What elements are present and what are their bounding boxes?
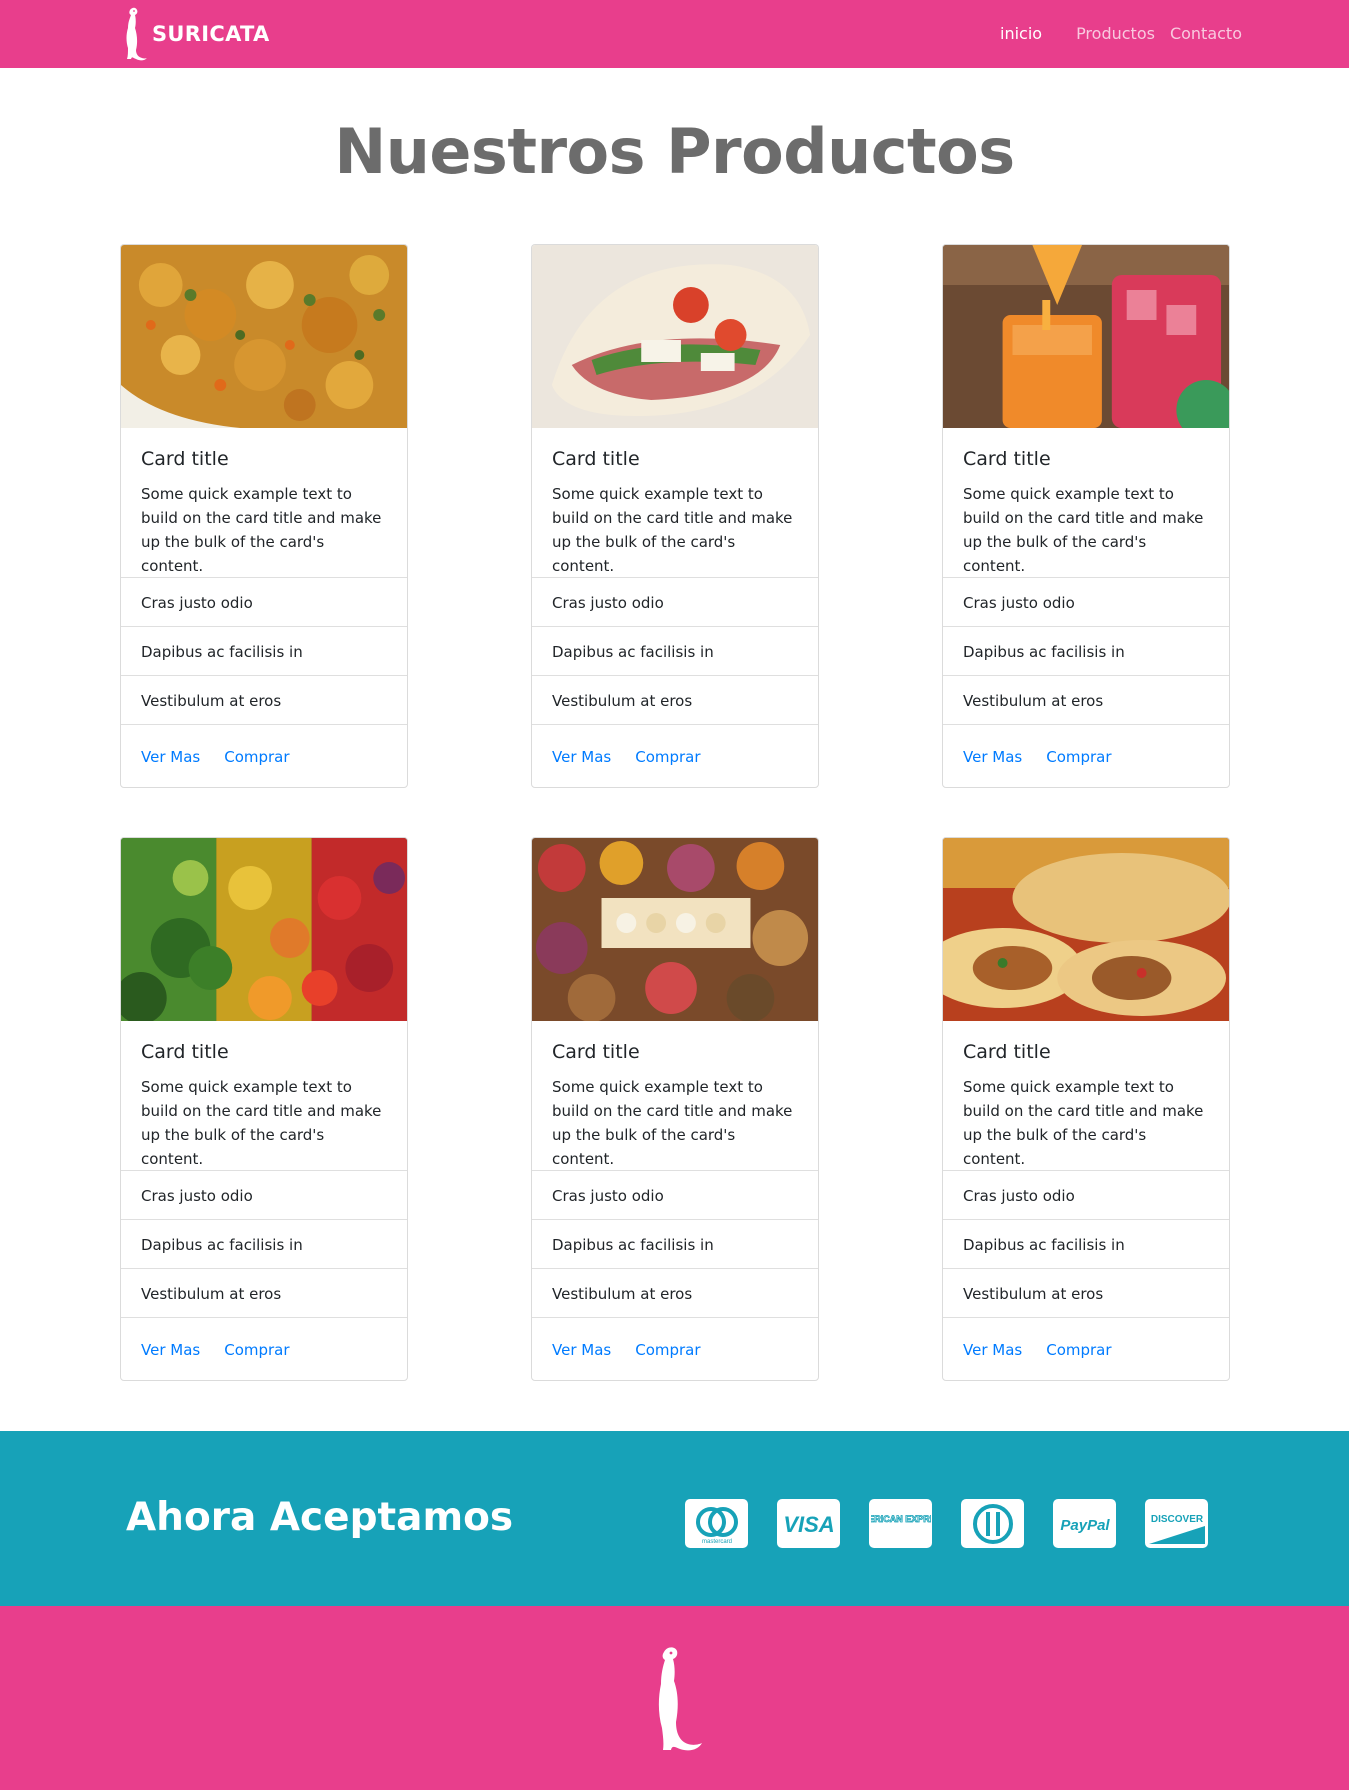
card-image-vegetables: [121, 838, 407, 1021]
card-title: Card title: [141, 1041, 229, 1063]
payments-section: Ahora Aceptamos mastercard VISA AMERICAN…: [0, 1431, 1349, 1606]
card-text: Some quick example text to build on the …: [963, 485, 1204, 575]
nav-menu: inicio Productos Contacto: [1000, 24, 1242, 43]
paypal-label: PayPal: [1060, 1517, 1110, 1534]
payments-title: Ahora Aceptamos: [126, 1495, 514, 1540]
list-item: Dapibus ac facilisis in: [532, 626, 818, 675]
page-title: Nuestros Productos: [334, 115, 1015, 188]
footer: [0, 1606, 1349, 1790]
ver-mas-link[interactable]: Ver Mas: [141, 748, 200, 787]
card-title: Card title: [552, 1041, 640, 1063]
card-title: Card title: [141, 448, 229, 470]
discover-icon: DISCOVER: [1145, 1499, 1208, 1548]
product-card: Card title Some quick example text to bu…: [120, 837, 408, 1381]
list-item: Cras justo odio: [943, 577, 1229, 626]
diners-club-icon: [961, 1499, 1024, 1548]
discover-label: DISCOVER: [1150, 1514, 1203, 1525]
list-item: Dapibus ac facilisis in: [943, 1219, 1229, 1268]
card-text: Some quick example text to build on the …: [552, 485, 793, 575]
list-item: Vestibulum at eros: [532, 675, 818, 724]
list-item: Dapibus ac facilisis in: [943, 626, 1229, 675]
american-express-icon: AMERICAN EXPRESS: [869, 1499, 932, 1548]
visa-icon: VISA: [777, 1499, 840, 1548]
comprar-link[interactable]: Comprar: [1046, 748, 1111, 787]
card-image-drinks: [943, 245, 1229, 428]
product-card: Card title Some quick example text to bu…: [942, 837, 1230, 1381]
paypal-icon: PayPal: [1053, 1499, 1116, 1548]
brand-name: SURICATA: [152, 22, 270, 46]
card-text: Some quick example text to build on the …: [963, 1078, 1204, 1168]
card-title: Card title: [963, 1041, 1051, 1063]
comprar-link[interactable]: Comprar: [1046, 1341, 1111, 1380]
card-image-sandwich: [532, 245, 818, 428]
amex-label: AMERICAN EXPRESS: [871, 1514, 931, 1524]
list-item: Vestibulum at eros: [943, 1268, 1229, 1317]
list-item: Vestibulum at eros: [121, 675, 407, 724]
meerkat-logo-icon: [658, 1647, 702, 1751]
ver-mas-link[interactable]: Ver Mas: [552, 748, 611, 787]
card-text: Some quick example text to build on the …: [552, 1078, 793, 1168]
visa-label: VISA: [783, 1512, 834, 1537]
meerkat-logo-icon: [126, 7, 147, 61]
card-title: Card title: [963, 448, 1051, 470]
product-card: Card title Some quick example text to bu…: [120, 244, 408, 788]
nav-link-productos[interactable]: Productos: [1076, 24, 1155, 43]
comprar-link[interactable]: Comprar: [635, 748, 700, 787]
card-title: Card title: [552, 448, 640, 470]
ver-mas-link[interactable]: Ver Mas: [141, 1341, 200, 1380]
brand-logo[interactable]: SURICATA: [118, 6, 270, 62]
ver-mas-link[interactable]: Ver Mas: [963, 748, 1022, 787]
list-item: Dapibus ac facilisis in: [532, 1219, 818, 1268]
comprar-link[interactable]: Comprar: [224, 748, 289, 787]
list-item: Vestibulum at eros: [943, 675, 1229, 724]
card-text: Some quick example text to build on the …: [141, 1078, 382, 1168]
list-item: Vestibulum at eros: [121, 1268, 407, 1317]
mastercard-label: mastercard: [701, 1539, 731, 1545]
card-text: Some quick example text to build on the …: [141, 485, 382, 575]
list-item: Cras justo odio: [943, 1170, 1229, 1219]
list-item: Dapibus ac facilisis in: [121, 1219, 407, 1268]
list-item: Vestibulum at eros: [532, 1268, 818, 1317]
list-item: Dapibus ac facilisis in: [121, 626, 407, 675]
comprar-link[interactable]: Comprar: [635, 1341, 700, 1380]
mastercard-icon: mastercard: [685, 1499, 748, 1548]
nav-link-contacto[interactable]: Contacto: [1170, 24, 1242, 43]
ver-mas-link[interactable]: Ver Mas: [552, 1341, 611, 1380]
list-item: Cras justo odio: [532, 577, 818, 626]
product-card: Card title Some quick example text to bu…: [531, 837, 819, 1381]
nav-link-inicio[interactable]: inicio: [1000, 24, 1042, 43]
list-item: Cras justo odio: [121, 577, 407, 626]
card-image-market-sweets: [532, 838, 818, 1021]
list-item: Cras justo odio: [121, 1170, 407, 1219]
card-image-empanadas: [943, 838, 1229, 1021]
card-image-food-stew: [121, 245, 407, 428]
list-item: Cras justo odio: [532, 1170, 818, 1219]
product-card: Card title Some quick example text to bu…: [531, 244, 819, 788]
navbar: SURICATA inicio Productos Contacto: [0, 0, 1349, 68]
comprar-link[interactable]: Comprar: [224, 1341, 289, 1380]
product-card: Card title Some quick example text to bu…: [942, 244, 1230, 788]
ver-mas-link[interactable]: Ver Mas: [963, 1341, 1022, 1380]
